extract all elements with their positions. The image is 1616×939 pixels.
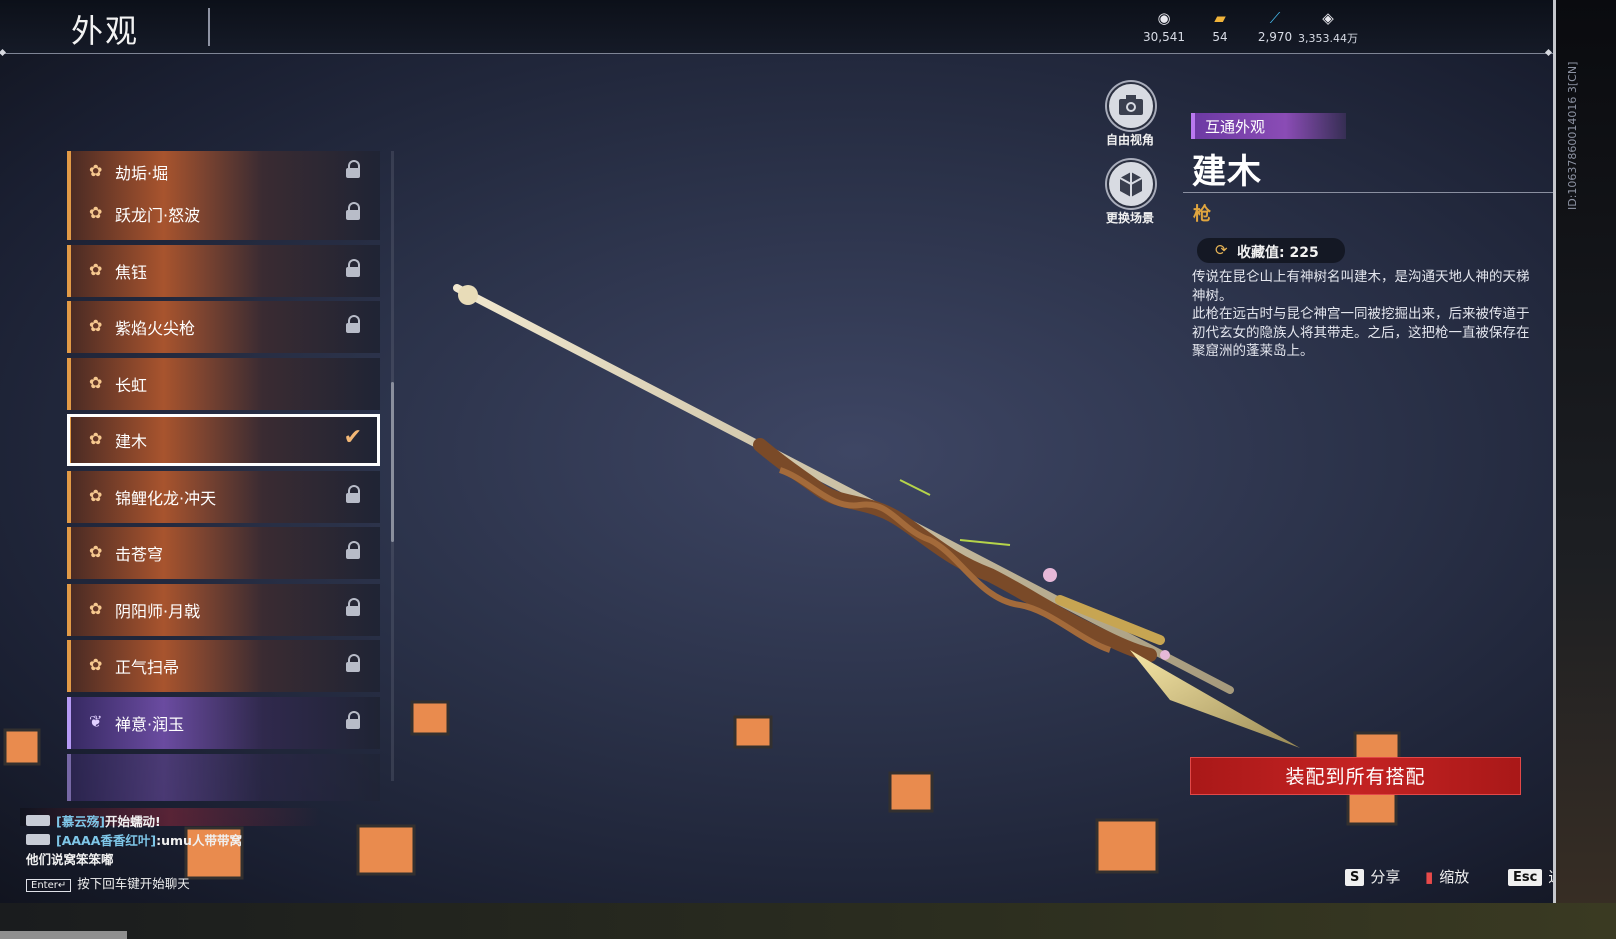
list-item[interactable]: ✿ 阴阳师·月戟	[67, 584, 380, 636]
description-paragraph-2: 此枪在远古时与昆仑神宫一同被挖掘出来，后来被传道于初代玄女的隐族人将其带走。之后…	[1192, 306, 1530, 359]
zoom-hint[interactable]: ▮ 缩放	[1425, 866, 1469, 887]
list-item-partial[interactable]	[67, 754, 380, 801]
lock-icon	[346, 541, 360, 559]
bottom-frame	[0, 903, 1616, 939]
rarity-flower-icon: ✿	[89, 260, 103, 279]
list-item-label: 阴阳师·月戟	[115, 602, 201, 621]
equip-all-button[interactable]: 装配到所有搭配	[1190, 757, 1521, 795]
item-name: 建木	[1192, 152, 1262, 192]
tag-label: 互通外观	[1205, 118, 1266, 136]
rarity-flower-icon: ✿	[89, 599, 103, 618]
change-scene-label: 更换场景	[1105, 211, 1154, 225]
page-title: 外观	[71, 12, 140, 50]
chat-channel-icon	[26, 834, 50, 845]
free-view-button[interactable]	[1107, 82, 1155, 130]
list-item-label: 击苍穹	[115, 545, 164, 564]
list-item[interactable]: ✿ 击苍穹	[67, 527, 380, 579]
bottom-bar	[0, 931, 127, 939]
collect-value-badge: ⟳ 收藏值: 225	[1197, 238, 1345, 263]
list-item-label: 禅意·润玉	[115, 715, 185, 734]
chat-hint-label: 按下回车键开始聊天	[77, 876, 190, 891]
chat-sender-1[interactable]: [慕云殇]	[56, 814, 105, 829]
skin-list: ✿ 劫垢·堀 ✿ 跃龙门·怒波 ✿ 焦钰 ✿ 紫焰火尖枪 ✿ 长虹 ✿ 建木 ✔…	[64, 151, 394, 801]
key-s: S	[1345, 869, 1365, 886]
list-item-label: 正气扫帚	[115, 658, 180, 677]
rarity-flower-icon: ✿	[89, 161, 103, 180]
rarity-flower-icon: ❦	[89, 712, 103, 731]
name-divider	[1183, 192, 1573, 193]
diamond-coin-icon: ◈	[1322, 9, 1334, 27]
chat-message-2: :umu人带带窝	[156, 833, 242, 848]
list-item[interactable]: ✿ 紫焰火尖枪	[67, 301, 380, 353]
chat-channel-icon	[26, 815, 50, 826]
enter-key: Enter↵	[26, 879, 72, 892]
list-item-label: 跃龙门·怒波	[115, 206, 201, 225]
list-item[interactable]: ✿ 锦鲤化龙·冲天	[67, 471, 380, 523]
list-item[interactable]: ✿ 跃龙门·怒波	[67, 188, 380, 240]
lock-icon	[346, 598, 360, 616]
list-item[interactable]: ✿ 长虹	[67, 358, 380, 410]
camera-icon	[1119, 95, 1143, 115]
list-item[interactable]: ✿ 正气扫帚	[67, 640, 380, 692]
top-bar: 外观 ◉ 30,541 ▰ 54 ⟋ 2,970 ◈ 3,353.44万	[0, 0, 1553, 54]
chat-sender-2[interactable]: [AAAA香香红叶]	[56, 833, 156, 848]
free-view-label: 自由视角	[1105, 133, 1154, 147]
title-divider	[208, 8, 210, 46]
right-edge-line	[1553, 0, 1556, 903]
chat-input-hint[interactable]: Enter↵ 按下回车键开始聊天	[26, 873, 190, 892]
chat-line-3: 他们说窝笨笨嘟	[26, 852, 114, 867]
description-paragraph-1: 传说在昆仑山上有神树名叫建木，是沟通天地人神的天梯神树。	[1192, 269, 1530, 304]
zoom-label: 缩放	[1439, 868, 1470, 886]
list-item-selected[interactable]: ✿ 建木 ✔	[67, 414, 380, 466]
list-item[interactable]: ✿ 焦钰	[67, 245, 380, 297]
rarity-flower-icon: ✿	[89, 486, 103, 505]
list-item-label: 长虹	[115, 376, 148, 395]
collect-value: 收藏值: 225	[1237, 245, 1319, 261]
rarity-flower-icon: ✿	[89, 373, 103, 392]
lock-icon	[346, 654, 360, 672]
list-item-label: 焦钰	[115, 263, 148, 282]
chat-line-1: [慕云殇]开始蠕动!	[26, 811, 161, 830]
lock-icon	[346, 259, 360, 277]
player-id: ID:10637860014016 3[CN]	[1566, 61, 1579, 210]
list-item[interactable]: ❦ 禅意·润玉	[67, 697, 380, 749]
list-item-label: 建木	[115, 432, 148, 451]
item-description: 传说在昆仑山上有神树名叫建木，是沟通天地人神的天梯神树。 此枪在远古时与昆仑神宫…	[1192, 268, 1532, 361]
chat-line-2: [AAAA香香红叶]:umu人带带窝	[26, 830, 242, 849]
rarity-flower-icon: ✿	[89, 203, 103, 222]
currency-4: ◈ 3,353.44万	[1292, 8, 1364, 46]
lock-icon	[346, 315, 360, 333]
right-frame	[1553, 0, 1616, 939]
lock-icon	[346, 160, 360, 178]
list-item-label: 锦鲤化龙·冲天	[115, 489, 217, 508]
list-scrollbar-thumb[interactable]	[391, 382, 394, 542]
shared-appearance-tag: 互通外观	[1191, 113, 1346, 139]
share-label: 分享	[1370, 868, 1401, 886]
currency-4-value: 3,353.44万	[1298, 32, 1358, 45]
cube-icon	[1119, 172, 1143, 197]
rarity-flower-icon: ✿	[89, 429, 103, 448]
lock-icon	[346, 485, 360, 503]
change-scene-button[interactable]	[1107, 160, 1155, 208]
rarity-flower-icon: ✿	[89, 655, 103, 674]
chat-message-1: 开始蠕动!	[104, 814, 161, 829]
item-type: 枪	[1193, 204, 1211, 225]
mouse-icon: ▮	[1425, 868, 1434, 886]
check-icon: ✔	[343, 425, 362, 450]
list-item-label: 紫焰火尖枪	[115, 319, 196, 338]
lock-icon	[346, 711, 360, 729]
rarity-flower-icon: ✿	[89, 542, 103, 561]
key-esc: Esc	[1508, 869, 1543, 886]
rarity-flower-icon: ✿	[89, 316, 103, 335]
collect-icon: ⟳	[1215, 241, 1228, 259]
lock-icon	[346, 202, 360, 220]
list-item-label: 劫垢·堀	[115, 164, 169, 183]
share-hint[interactable]: S 分享	[1345, 866, 1400, 887]
